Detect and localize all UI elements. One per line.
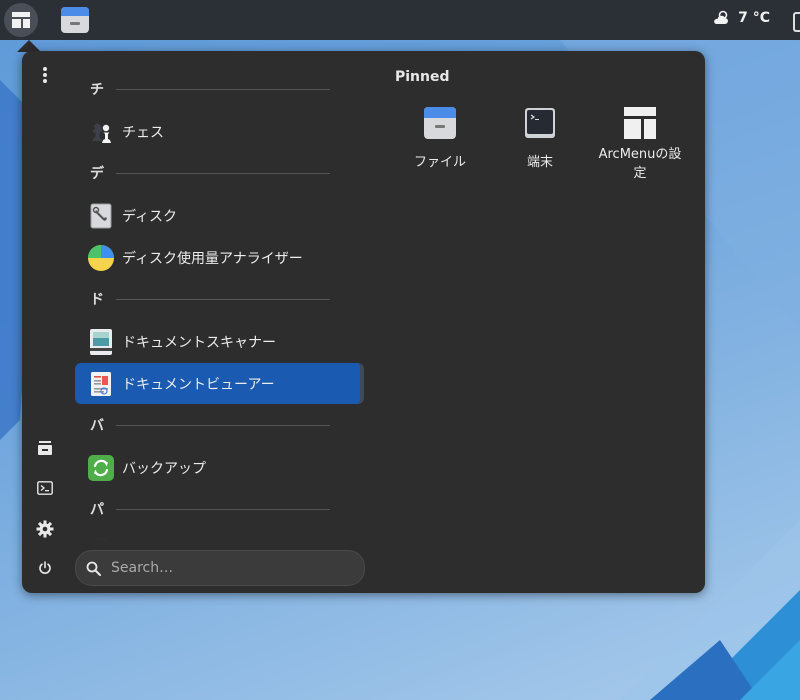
power-icon	[39, 561, 51, 574]
terminal-shortcut-icon	[37, 481, 53, 495]
pinned-label: 端末	[526, 155, 553, 170]
app-item-document-scanner[interactable]: ドキュメントスキャナー	[75, 321, 363, 362]
settings-gear-icon	[36, 520, 54, 538]
document-viewer-icon	[87, 370, 115, 398]
terminal-shortcut-button[interactable]	[34, 477, 56, 499]
search-icon	[86, 561, 101, 576]
search-input[interactable]	[109, 559, 343, 577]
group-header: パ	[74, 499, 330, 519]
group-divider	[116, 172, 330, 174]
files-app-icon	[61, 7, 89, 33]
app-label: チェス	[122, 124, 164, 141]
scanner-icon	[87, 328, 115, 356]
arcmenu-settings-icon	[620, 103, 660, 143]
weather-temperature: 7 °C	[738, 10, 770, 26]
files-shortcut-icon	[38, 441, 52, 455]
app-label: ディスク使用量アナライザー	[122, 250, 303, 267]
app-label: ディスク	[122, 208, 178, 225]
app-label: ドキュメントビューアー	[122, 376, 275, 393]
chess-icon	[87, 118, 115, 146]
app-list[interactable]: チ チェス デ ディスク ディスク使用量アナライザー ド ドキュメントスキャナー…	[74, 51, 366, 541]
pinned-item-terminal[interactable]: 端末	[490, 103, 590, 172]
group-divider	[116, 298, 330, 300]
panel-edge-indicator[interactable]	[793, 12, 800, 32]
group-letter: ド	[90, 292, 104, 308]
disk-usage-icon	[87, 244, 115, 272]
app-item-backup[interactable]: バックアップ	[75, 447, 363, 488]
group-divider	[116, 508, 330, 510]
app-label: バックアップ	[122, 460, 206, 477]
files-shortcut-button[interactable]	[34, 437, 56, 459]
more-options-button[interactable]	[34, 64, 56, 86]
app-item-chess[interactable]: チェス	[75, 111, 363, 152]
disks-icon	[87, 202, 115, 230]
group-letter: デ	[90, 166, 104, 182]
app-label: ドキュメントスキャナー	[122, 334, 276, 351]
terminal-icon	[520, 103, 560, 143]
arcmenu-popup: チ チェス デ ディスク ディスク使用量アナライザー ド ドキュメントスキャナー…	[22, 51, 705, 593]
pinned-item-arcmenu-settings[interactable]: ArcMenuの設定	[590, 103, 690, 183]
app-item-disks[interactable]: ディスク	[75, 195, 363, 236]
group-letter: パ	[90, 502, 104, 518]
settings-button[interactable]	[34, 518, 56, 540]
files-icon	[420, 103, 460, 143]
cloud-sun-icon	[714, 10, 729, 24]
group-letter: チ	[90, 82, 104, 98]
group-divider	[116, 88, 330, 90]
pinned-label: ArcMenuの設定	[598, 147, 682, 181]
group-header: デ	[74, 163, 330, 183]
list-fade	[74, 521, 366, 541]
more-options-icon	[43, 67, 47, 83]
group-header: チ	[74, 79, 330, 99]
weather-indicator[interactable]: 7 °C	[712, 10, 770, 26]
files-dock-button[interactable]	[58, 3, 92, 37]
search-box[interactable]	[75, 550, 365, 586]
arcmenu-layout-icon	[12, 12, 30, 28]
group-header: ド	[74, 289, 330, 309]
group-divider	[116, 424, 330, 426]
backup-icon	[87, 454, 115, 482]
power-button[interactable]	[34, 557, 56, 579]
group-letter: バ	[90, 418, 104, 434]
pinned-item-files[interactable]: ファイル	[390, 103, 490, 172]
app-item-document-viewer[interactable]: ドキュメントビューアー	[75, 363, 364, 404]
top-panel: 7 °C	[0, 0, 800, 40]
app-item-disk-usage-analyzer[interactable]: ディスク使用量アナライザー	[75, 237, 363, 278]
pinned-title: Pinned	[395, 69, 450, 85]
pinned-label: ファイル	[413, 155, 466, 170]
group-header: バ	[74, 415, 330, 435]
arcmenu-button[interactable]	[4, 3, 38, 37]
